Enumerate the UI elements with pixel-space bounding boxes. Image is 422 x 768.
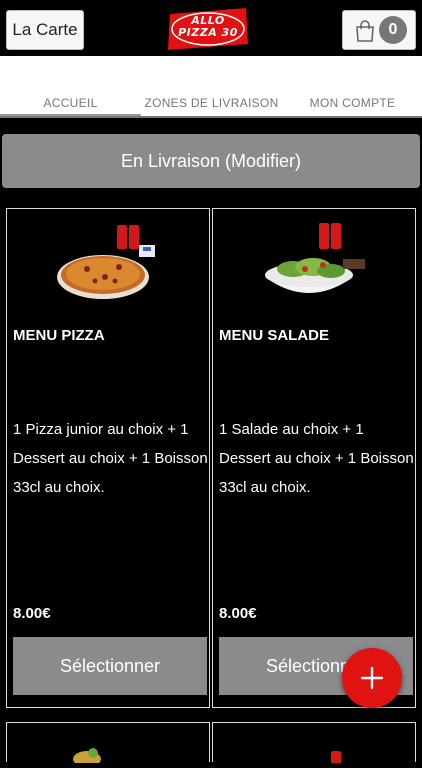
menu-description: 1 Pizza junior au choix + 1 Dessert au c… [13,421,208,496]
menu-card-salade[interactable]: MENU SALADE 1 Salade au choix + 1 Desser… [212,208,416,708]
tab-mon-compte[interactable]: MON COMPTE [282,96,422,110]
partial-menu-image [331,751,341,765]
menu-title: MENU SALADE [219,327,330,344]
delivery-mode-button[interactable]: En Livraison (Modifier) [2,134,420,188]
menu-description: 1 Salade au choix + 1 Dessert au choix +… [219,421,414,496]
logo-line-2: PIZZA 30 [178,26,238,39]
floating-add-button[interactable] [342,648,402,708]
cart-count-badge: 0 [379,16,407,44]
salad-image [265,223,365,293]
main-content: En Livraison (Modifier) MENU PIZZA 1 Piz… [0,116,422,767]
menu-card-pizza[interactable]: MENU PIZZA 1 Pizza junior au choix + 1 D… [6,208,210,708]
la-carte-button[interactable]: La Carte [6,10,84,50]
allo-pizza-logo[interactable]: ALLO PIZZA 30 [166,6,250,52]
cart-button[interactable]: 0 [342,10,416,50]
nav-tabs: ACCUEIL ZONES DE LIVRAISON MON COMPTE [0,56,422,116]
menu-price: 8.00€ [219,605,257,622]
top-bar: La Carte ALLO PIZZA 30 0 [0,0,422,56]
menu-card-partial-right[interactable] [212,722,416,765]
shopping-bag-icon [356,20,374,42]
tab-accueil[interactable]: ACCUEIL [0,96,141,110]
pizza-image [57,225,155,299]
plus-icon [360,666,384,690]
select-button[interactable]: Sélectionner [13,637,207,695]
menu-price: 8.00€ [13,605,51,622]
menu-title: MENU PIZZA [13,327,105,344]
partial-menu-image [73,748,101,767]
menu-card-partial-left[interactable] [6,722,210,767]
tab-zones-de-livraison[interactable]: ZONES DE LIVRAISON [141,96,282,110]
